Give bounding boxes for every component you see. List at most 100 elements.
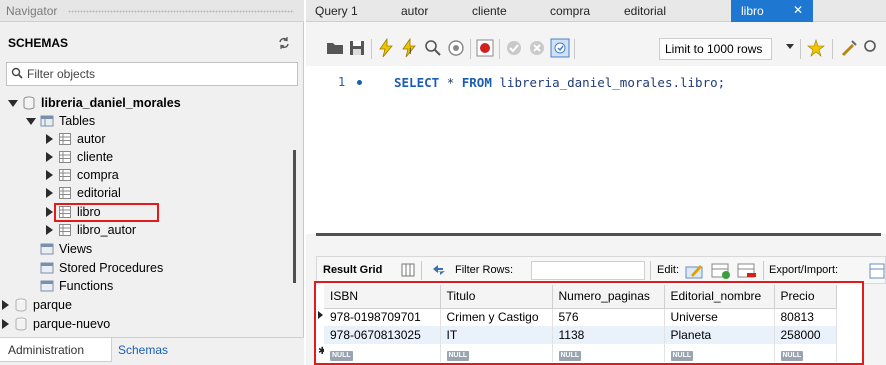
table-cell[interactable]: 258000 (774, 326, 837, 344)
tree-schema-parque-nuevo[interactable]: parque-nuevo (0, 315, 110, 333)
execute-icon[interactable] (376, 38, 396, 58)
null-cell[interactable]: NULL (440, 344, 553, 362)
limit-rows-value: Limit to 1000 rows (665, 42, 763, 56)
tree-schema-parque[interactable]: parque (0, 296, 72, 314)
tab-editorial[interactable]: editorial (624, 0, 666, 22)
close-icon[interactable]: ✕ (793, 3, 803, 17)
chevron-down-icon[interactable] (786, 44, 794, 49)
chevron-right-icon[interactable] (2, 319, 9, 329)
chevron-down-icon[interactable] (8, 100, 18, 107)
tree-folder-stored-procedures[interactable]: Stored Procedures (40, 259, 163, 277)
add-snippet-icon[interactable] (806, 38, 826, 58)
open-folder-icon[interactable] (325, 38, 345, 58)
insert-row-icon[interactable] (711, 261, 731, 280)
column-header[interactable]: Titulo (440, 285, 553, 309)
tree-table-compra[interactable]: compra (44, 166, 119, 184)
chevron-right-icon[interactable] (46, 170, 53, 180)
stored-procedures-label: Stored Procedures (59, 261, 164, 275)
filter-rows-input[interactable] (531, 261, 645, 280)
tree-schema-libreria[interactable]: libreria_daniel_morales (8, 94, 181, 112)
toggle-error-icon[interactable] (475, 38, 495, 58)
edit-row-icon[interactable] (685, 261, 705, 280)
chevron-right-icon[interactable] (46, 152, 53, 162)
editor-scrollbar[interactable] (316, 233, 881, 236)
beautify-icon[interactable] (838, 38, 858, 58)
column-header[interactable]: ISBN (324, 285, 441, 309)
table-cell[interactable]: Universe (664, 308, 775, 326)
chevron-right-icon[interactable] (46, 188, 53, 198)
toolbar-separator (371, 39, 372, 59)
tab-cliente[interactable]: cliente (472, 0, 507, 22)
chevron-down-icon[interactable] (26, 118, 36, 125)
tab-schemas[interactable]: Schemas (118, 343, 168, 357)
table-cell[interactable]: 1138 (552, 326, 665, 344)
tree-folder-functions[interactable]: Functions (40, 277, 113, 295)
tables-label: Tables (59, 114, 96, 128)
svg-text:I: I (409, 46, 412, 56)
schema-name: parque (33, 298, 72, 312)
table-cell[interactable]: Planeta (664, 326, 775, 344)
table-cell[interactable]: 978-0198709701 (324, 308, 441, 326)
chevron-right-icon[interactable] (46, 134, 53, 144)
table-icon (59, 169, 71, 181)
save-icon[interactable] (347, 38, 367, 58)
null-cell[interactable]: NULL (552, 344, 665, 362)
export-icon[interactable] (869, 261, 885, 280)
column-header[interactable]: Numero_paginas (552, 285, 665, 309)
execute-selection-icon[interactable]: I (399, 38, 419, 58)
table-cell[interactable]: 978-0670813025 (324, 326, 441, 344)
schemas-label: SCHEMAS (8, 36, 69, 50)
grid-layout-icon[interactable] (401, 263, 415, 277)
null-cell[interactable]: NULL (664, 344, 775, 362)
panel-grip[interactable] (68, 10, 294, 13)
stop-icon[interactable] (446, 38, 466, 58)
table-row[interactable]: 978-0198709701 Crimen y Castigo 576 Univ… (324, 308, 837, 326)
toolbar-separator (800, 39, 801, 59)
column-header[interactable]: Editorial_nombre (664, 285, 775, 309)
tree-table-autor[interactable]: autor (44, 130, 106, 148)
tab-autor[interactable]: autor (401, 0, 428, 22)
tree-folder-tables[interactable]: Tables (26, 112, 95, 130)
chevron-right-icon[interactable] (46, 225, 53, 235)
navigator-scrollbar[interactable] (293, 150, 296, 283)
refresh-icon[interactable] (277, 36, 291, 50)
find-icon[interactable] (862, 38, 882, 58)
autocommit-icon[interactable] (550, 38, 570, 58)
tree-folder-views[interactable]: Views (40, 240, 92, 258)
filter-objects-input[interactable] (27, 65, 287, 83)
tree-table-editorial[interactable]: editorial (44, 184, 121, 202)
chevron-right-icon[interactable] (46, 207, 53, 217)
rollback-icon[interactable] (527, 38, 547, 58)
table-cell[interactable]: Crimen y Castigo (440, 308, 553, 326)
null-cell[interactable]: NULL (324, 344, 441, 362)
table-cell[interactable]: 80813 (774, 308, 837, 326)
tab-administration[interactable]: Administration (0, 338, 112, 362)
result-table: ISBN Titulo Numero_paginas Editorial_nom… (324, 285, 837, 362)
sql-statement[interactable]: SELECT * FROM libreria_daniel_morales.li… (394, 75, 725, 90)
sql-editor[interactable]: 1 SELECT * FROM libreria_daniel_morales.… (306, 66, 886, 236)
explain-icon[interactable] (423, 38, 443, 58)
tab-compra[interactable]: compra (550, 0, 590, 22)
table-cell[interactable]: 576 (552, 308, 665, 326)
result-grid-label[interactable]: Result Grid (323, 264, 382, 276)
chevron-right-icon[interactable] (2, 300, 9, 310)
result-grid-highlight: ✱ ISBN Titulo Numero_paginas Editorial_n… (314, 281, 864, 365)
tree-table-cliente[interactable]: cliente (44, 148, 113, 166)
highlight-box (54, 203, 159, 222)
limit-rows-select[interactable]: Limit to 1000 rows (659, 38, 772, 60)
result-toolbar: Result Grid Filter Rows: Edit: Export/Im… (316, 256, 886, 284)
tab-query-1[interactable]: Query 1 (315, 0, 358, 22)
null-cell[interactable]: NULL (774, 344, 837, 362)
table-row-new[interactable]: NULL NULL NULL NULL NULL (324, 344, 837, 362)
table-row[interactable]: 978-0670813025 IT 1138 Planeta 258000 (324, 326, 837, 344)
tab-administration-label: Administration (8, 343, 85, 357)
tree-table-libro-autor[interactable]: libro_autor (44, 221, 136, 239)
toolbar-separator (574, 39, 575, 59)
commit-icon[interactable] (504, 38, 524, 58)
column-header[interactable]: Precio (774, 285, 837, 309)
table-cell[interactable]: IT (440, 326, 553, 344)
result-grid: ✱ ISBN Titulo Numero_paginas Editorial_n… (314, 281, 864, 365)
table-label: libro_autor (77, 223, 137, 237)
toolbar-separator (763, 261, 764, 280)
delete-row-icon[interactable] (737, 261, 757, 280)
